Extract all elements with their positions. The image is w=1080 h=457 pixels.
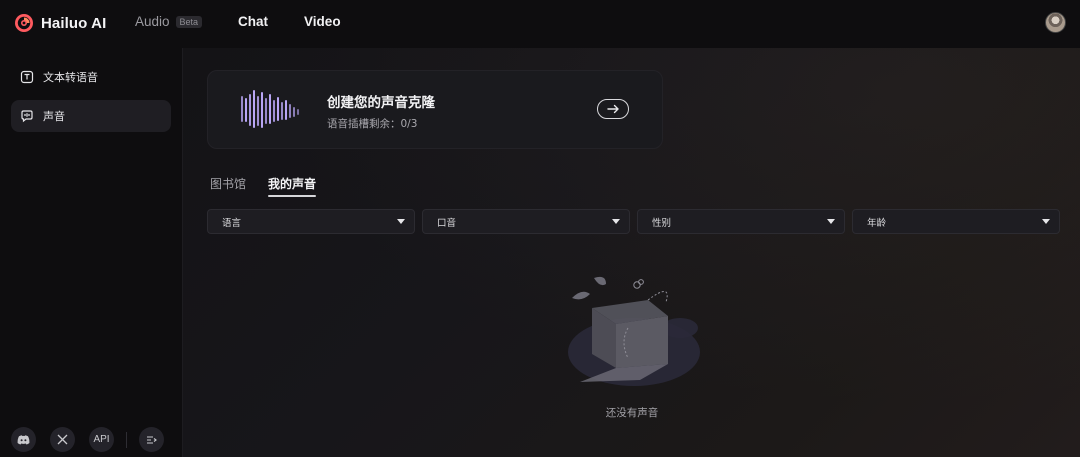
create-clone-arrow-button[interactable]: [597, 99, 629, 119]
nav-audio[interactable]: Audio Beta: [135, 14, 203, 29]
nav-video[interactable]: Video: [304, 14, 341, 29]
voice-slots-remaining: 语音插槽剩余：0/3: [327, 118, 418, 130]
api-label: API: [93, 434, 110, 445]
discord-icon: [17, 434, 30, 444]
voice-clone-card[interactable]: 创建您的声音克隆 语音插槽剩余：0/3: [207, 70, 663, 149]
nav-chat[interactable]: Chat: [238, 14, 268, 29]
user-avatar[interactable]: [1045, 12, 1066, 33]
select-label: 口音: [437, 217, 457, 229]
voice-tabs: 图书馆 我的声音: [210, 175, 317, 197]
nav-audio-label: Audio: [135, 14, 170, 29]
caret-down-icon: [827, 219, 835, 224]
sidebar-footer: API: [11, 427, 164, 452]
select-label: 年龄: [867, 217, 887, 229]
collapse-sidebar-icon: [147, 435, 157, 444]
beta-badge: Beta: [175, 15, 203, 28]
gender-select[interactable]: 性别: [637, 209, 845, 234]
caret-down-icon: [1042, 219, 1050, 224]
sidebar-item-label: 文本转语音: [43, 71, 98, 84]
language-select[interactable]: 语言: [207, 209, 415, 234]
select-label: 性别: [652, 217, 672, 229]
empty-state-text: 还没有声音: [605, 407, 659, 419]
waveform-icon: [241, 90, 299, 128]
brand-logo[interactable]: Hailuo AI: [14, 13, 106, 33]
sidebar-item-text-to-speech[interactable]: 文本转语音: [11, 61, 171, 93]
x-button[interactable]: [50, 427, 75, 452]
hailuo-logo-icon: [15, 14, 33, 32]
text-to-speech-icon: [20, 70, 34, 84]
select-label: 语言: [222, 217, 242, 229]
sidebar-item-label: 声音: [43, 110, 65, 123]
x-icon: [57, 434, 68, 445]
app-root: Hailuo AI Audio Beta Chat Video 文本转语音 声音…: [0, 0, 1080, 457]
voice-icon: [21, 110, 33, 123]
tab-library[interactable]: 图书馆: [210, 175, 246, 197]
accent-select[interactable]: 口音: [422, 209, 630, 234]
footer-divider: [126, 431, 127, 448]
collapse-sidebar-button[interactable]: [139, 427, 164, 452]
caret-down-icon: [612, 219, 620, 224]
tab-my-voices[interactable]: 我的声音: [268, 175, 317, 197]
arrow-right-icon: [607, 104, 619, 114]
top-nav: Audio Beta Chat Video: [135, 14, 377, 29]
discord-button[interactable]: [11, 427, 36, 452]
top-bar: Hailuo AI Audio Beta Chat Video: [0, 0, 1080, 48]
clone-card-title: 创建您的声音克隆: [327, 95, 435, 111]
caret-down-icon: [397, 219, 405, 224]
brand-name: Hailuo AI: [41, 14, 107, 32]
empty-box-illustration: [568, 276, 700, 386]
filter-bar: 语言 口音 性别 年龄: [207, 209, 1060, 234]
sidebar-item-voice[interactable]: 声音: [11, 100, 171, 132]
age-select[interactable]: 年龄: [852, 209, 1060, 234]
api-button[interactable]: API: [89, 427, 114, 452]
sidebar: 文本转语音 声音 API: [0, 48, 183, 457]
